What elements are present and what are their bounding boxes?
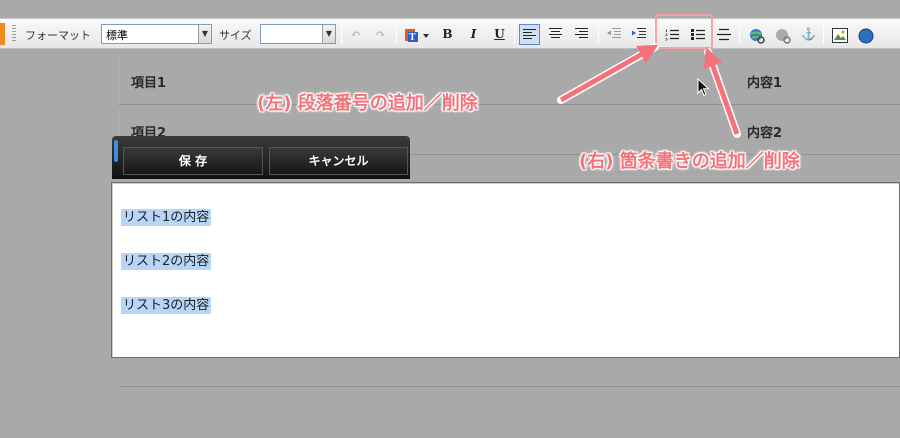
selected-text: リスト3の内容 bbox=[121, 297, 212, 314]
annotation-bullet-list: (右) 箇条書きの追加／削除 bbox=[579, 151, 800, 172]
anchor-icon[interactable]: ⚓ bbox=[798, 24, 819, 45]
chevron-down-icon[interactable]: ▼ bbox=[198, 25, 211, 43]
editor-line[interactable]: リスト3の内容 bbox=[121, 294, 212, 314]
svg-text:T: T bbox=[409, 32, 416, 42]
align-left-icon[interactable] bbox=[519, 24, 540, 45]
remove-link-icon[interactable] bbox=[772, 24, 793, 45]
editor-line[interactable]: リスト1の内容 bbox=[121, 206, 212, 226]
edit-action-bar: 保 存 キャンセル bbox=[112, 136, 410, 179]
insert-image-icon[interactable] bbox=[829, 24, 850, 45]
editor-toolbar: フォーマット 標準 ▼ サイズ ▼ ↶ ↷ T B I U 123 ⚓ bbox=[0, 18, 900, 49]
format-label: フォーマット bbox=[25, 29, 91, 42]
cancel-button[interactable]: キャンセル bbox=[269, 147, 408, 175]
selected-text: リスト1の内容 bbox=[121, 209, 212, 226]
toolbar-separator bbox=[396, 25, 397, 44]
action-bar-accent bbox=[114, 140, 118, 162]
format-select[interactable]: 標準 ▼ bbox=[101, 24, 212, 44]
toolbar-separator bbox=[823, 25, 824, 44]
size-select[interactable]: ▼ bbox=[260, 24, 336, 44]
content-divider bbox=[119, 386, 900, 387]
indent-icon[interactable] bbox=[628, 24, 649, 45]
align-right-icon[interactable] bbox=[571, 24, 592, 45]
insert-link-icon[interactable] bbox=[746, 24, 767, 45]
outdent-icon[interactable] bbox=[603, 24, 624, 45]
toolbar-separator bbox=[514, 25, 515, 44]
format-select-value: 標準 bbox=[106, 29, 128, 42]
row-value: 内容1 bbox=[747, 76, 783, 91]
size-label: サイズ bbox=[219, 29, 252, 42]
toolbar-accent-strip bbox=[0, 23, 5, 45]
compass-icon[interactable] bbox=[855, 24, 876, 45]
underline-button[interactable]: U bbox=[489, 24, 510, 45]
toolbar-grip-icon[interactable] bbox=[12, 25, 16, 43]
toolbar-separator bbox=[341, 25, 342, 44]
bold-button[interactable]: B bbox=[437, 24, 458, 45]
save-button[interactable]: 保 存 bbox=[123, 147, 263, 175]
italic-button[interactable]: I bbox=[463, 24, 484, 45]
rich-text-editor[interactable]: リスト1の内容 リスト2の内容 リスト3の内容 bbox=[111, 182, 900, 358]
redo-icon[interactable]: ↷ bbox=[370, 24, 391, 45]
horizontal-rule-icon[interactable] bbox=[713, 24, 734, 45]
chevron-down-icon[interactable]: ▼ bbox=[322, 25, 335, 43]
selected-text: リスト2の内容 bbox=[121, 253, 212, 270]
text-color-button[interactable]: T bbox=[402, 24, 434, 45]
table-row: 項目1 内容1 bbox=[119, 55, 900, 105]
editor-line[interactable]: リスト2の内容 bbox=[121, 250, 212, 270]
undo-icon[interactable]: ↶ bbox=[345, 24, 366, 45]
mouse-cursor-icon bbox=[697, 78, 710, 97]
align-center-icon[interactable] bbox=[545, 24, 566, 45]
list-buttons-highlight bbox=[655, 14, 713, 49]
annotation-numbered-list: (左) 段落番号の追加／削除 bbox=[257, 93, 478, 114]
row-value: 内容2 bbox=[747, 126, 783, 141]
row-label: 項目1 bbox=[131, 76, 167, 91]
toolbar-separator bbox=[739, 25, 740, 44]
toolbar-separator bbox=[598, 25, 599, 44]
